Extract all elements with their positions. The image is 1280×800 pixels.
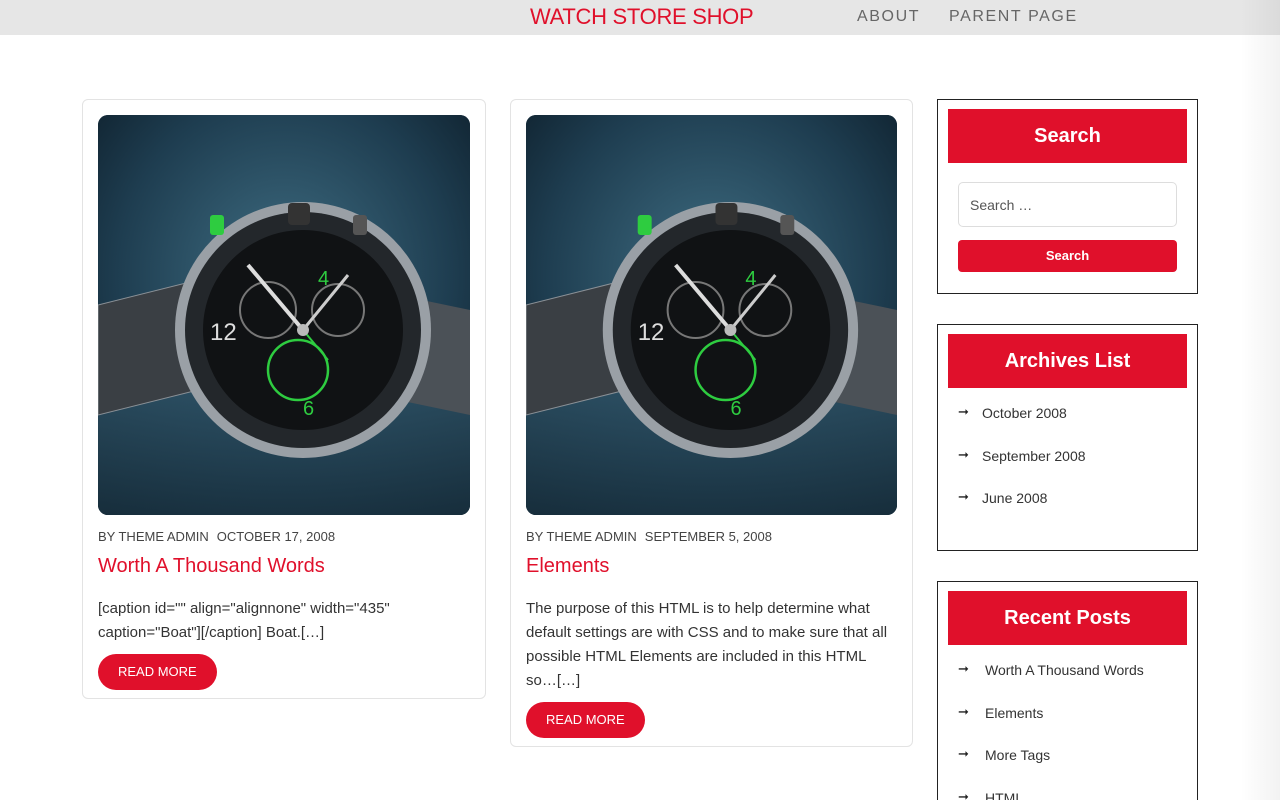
archive-link[interactable]: October 2008 [982, 405, 1067, 421]
watch-photo: 12 4 6 [98, 115, 470, 515]
arrow-right-icon: ➞ [958, 404, 969, 419]
archive-item: ➞ June 2008 [958, 489, 1086, 533]
recent-post-link[interactable]: Elements [985, 705, 1043, 721]
post-card: 12 4 6 BY THEME ADMIN OCTOBER 17, 2008 Wo… [82, 99, 486, 699]
arrow-right-icon: ➞ [958, 703, 969, 719]
svg-text:4: 4 [745, 268, 756, 290]
archive-link[interactable]: June 2008 [982, 490, 1047, 506]
search-widget: Search Search [937, 99, 1198, 294]
post-author[interactable]: BY THEME ADMIN [98, 529, 209, 544]
post-meta: BY THEME ADMIN SEPTEMBER 5, 2008 [526, 529, 772, 544]
svg-text:6: 6 [303, 398, 314, 420]
recent-post-item: ➞ More Tags [958, 746, 1144, 790]
recent-posts-widget: Recent Posts ➞ Worth A Thousand Words ➞ El… [937, 581, 1198, 800]
arrow-right-icon: ➞ [958, 489, 969, 504]
arrow-right-icon: ➞ [958, 446, 969, 462]
recent-post-item: ➞ HTML [958, 788, 1144, 800]
top-bar: WATCH STORE SHOP ABOUT PARENT PAGE [0, 0, 1280, 35]
recent-post-item: ➞ Elements [958, 703, 1144, 748]
search-button[interactable]: Search [958, 240, 1177, 272]
archives-widget: Archives List ➞ October 2008 ➞ September 2… [937, 324, 1198, 551]
post-date[interactable]: OCTOBER 17, 2008 [217, 529, 335, 544]
arrow-right-icon: ➞ [958, 661, 969, 676]
archive-item: ➞ September 2008 [958, 446, 1086, 491]
recent-post-link[interactable]: Worth A Thousand Words [985, 662, 1144, 678]
archive-item: ➞ October 2008 [958, 404, 1086, 448]
read-more-button[interactable]: READ MORE [526, 702, 645, 738]
nav-about[interactable]: ABOUT [857, 8, 920, 26]
search-input[interactable] [958, 182, 1177, 227]
post-excerpt: [caption id="" align="alignnone" width="… [98, 600, 390, 641]
post-thumbnail[interactable]: 12 4 6 [98, 115, 470, 515]
arrow-right-icon: ➞ [958, 746, 969, 761]
post-meta: BY THEME ADMIN OCTOBER 17, 2008 [98, 529, 335, 544]
svg-text:6: 6 [730, 398, 741, 420]
site-title[interactable]: WATCH STORE SHOP [530, 4, 754, 30]
recent-post-link[interactable]: HTML [985, 790, 1023, 800]
archive-link[interactable]: September 2008 [982, 448, 1086, 464]
widget-title: Archives List [948, 334, 1187, 388]
watch-photo: 12 4 6 [526, 115, 897, 515]
post-excerpt: The purpose of this HTML is to help dete… [526, 600, 888, 689]
widget-title: Search [948, 109, 1187, 163]
post-title[interactable]: Elements [526, 555, 609, 578]
recent-post-item: ➞ Worth A Thousand Words [958, 661, 1144, 705]
post-author[interactable]: BY THEME ADMIN [526, 529, 637, 544]
post-thumbnail[interactable]: 12 4 6 [526, 115, 897, 515]
svg-text:4: 4 [318, 268, 329, 290]
svg-text:12: 12 [210, 319, 237, 346]
widget-title: Recent Posts [948, 591, 1187, 645]
post-date[interactable]: SEPTEMBER 5, 2008 [645, 529, 772, 544]
post-title[interactable]: Worth A Thousand Words [98, 555, 325, 578]
archives-list: ➞ October 2008 ➞ September 2008 ➞ June 2008 [958, 404, 1086, 533]
post-card: 12 4 6 BY THEME ADMIN SEPTEMBER 5, 2008 E… [510, 99, 913, 747]
arrow-right-icon: ➞ [958, 788, 969, 800]
recent-posts-list: ➞ Worth A Thousand Words ➞ Elements ➞ More … [958, 661, 1144, 800]
svg-text:12: 12 [638, 319, 665, 346]
nav-parent-page[interactable]: PARENT PAGE [949, 8, 1078, 26]
read-more-button[interactable]: READ MORE [98, 654, 217, 690]
page-edge-shadow [1240, 0, 1280, 800]
recent-post-link[interactable]: More Tags [985, 747, 1050, 763]
